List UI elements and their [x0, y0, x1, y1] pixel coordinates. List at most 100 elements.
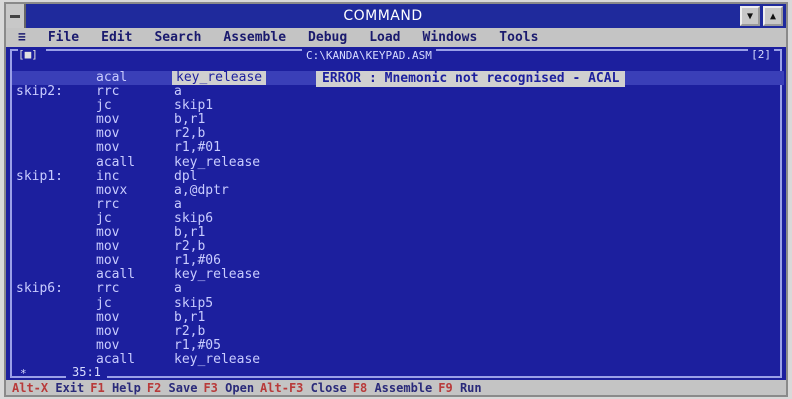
- system-menu-icon: [10, 14, 20, 18]
- editor-window-number: [2]: [748, 49, 774, 61]
- code-line[interactable]: mov r1,#01: [12, 141, 784, 155]
- code-op: movx: [96, 182, 128, 198]
- code-listing[interactable]: acal key_release skip2: rrc a jc skip1 mov b,r1 m…: [12, 71, 784, 367]
- code-arg: b,r1: [174, 309, 206, 325]
- code-line[interactable]: acall key_release: [12, 351, 784, 367]
- menu-debug[interactable]: Debug: [308, 30, 347, 45]
- code-op: acall: [96, 351, 136, 367]
- menu-file[interactable]: File: [48, 30, 79, 45]
- function-key-shortcut: F9: [438, 380, 453, 395]
- code-line[interactable]: movx a,@dptr: [12, 182, 784, 198]
- minimize-button[interactable]: ▼: [740, 6, 760, 26]
- menu-tools[interactable]: Tools: [499, 30, 538, 45]
- function-key-help[interactable]: F1 Help: [90, 381, 141, 395]
- code-arg: key_release: [172, 71, 267, 85]
- code-op: rrc: [96, 281, 120, 297]
- function-key-label: Assemble: [374, 380, 433, 395]
- function-key-label: Open: [225, 380, 255, 395]
- code-arg: skip6: [174, 210, 214, 226]
- code-op: mov: [96, 225, 120, 241]
- code-arg: r2,b: [174, 323, 206, 339]
- code-op: mov: [96, 309, 120, 325]
- function-key-label: Exit: [55, 380, 85, 395]
- menu-edit[interactable]: Edit: [101, 30, 132, 45]
- code-arg: r1,#01: [174, 140, 221, 156]
- function-key-run[interactable]: F9 Run: [438, 381, 481, 395]
- code-op: inc: [96, 168, 120, 184]
- function-key-shortcut: F3: [203, 380, 218, 395]
- function-key-shortcut: F8: [352, 380, 368, 395]
- code-line[interactable]: acall key_release: [12, 154, 784, 170]
- code-line[interactable]: mov r1,#06: [12, 254, 784, 268]
- code-op: acal: [96, 70, 128, 85]
- function-key-shortcut: F1: [90, 380, 105, 395]
- function-key-close[interactable]: Alt-F3 Close: [260, 381, 347, 395]
- code-op: mov: [96, 253, 120, 269]
- code-arg: r1,#06: [174, 253, 221, 269]
- code-line[interactable]: mov r2,b: [12, 127, 784, 141]
- editor-filename: C:\KANDA\KEYPAD.ASM: [302, 49, 436, 62]
- code-arg: skip1: [174, 98, 214, 114]
- code-line[interactable]: mov b,r1: [12, 226, 784, 240]
- code-line[interactable]: jc skip5: [12, 295, 784, 311]
- function-key-bar: Alt-X Exit F1 Help F2 Save F3 Open Alt-F3 Cl…: [6, 380, 786, 395]
- function-key-shortcut: F2: [146, 380, 162, 395]
- menu-assemble[interactable]: Assemble: [223, 30, 286, 45]
- editor-window: [■] C:\KANDA\KEYPAD.ASM [2] acal key_rele…: [10, 49, 784, 380]
- code-op: mov: [96, 337, 120, 353]
- function-key-save[interactable]: F2 Save: [147, 381, 198, 395]
- menu-system[interactable]: ≡: [18, 30, 26, 45]
- code-label: skip6:: [16, 281, 63, 297]
- code-line[interactable]: mov r1,#05: [12, 337, 784, 353]
- code-op: mov: [96, 126, 120, 142]
- function-key-open[interactable]: F3 Open: [203, 381, 254, 395]
- title-bar: COMMAND ▼ ▲: [6, 4, 786, 28]
- system-menu-button[interactable]: [6, 4, 26, 28]
- menu-load[interactable]: Load: [369, 30, 400, 45]
- code-op: mov: [96, 112, 120, 128]
- code-line[interactable]: skip6: rrc a: [12, 282, 784, 296]
- code-arg: key_release: [174, 351, 261, 367]
- code-arg: a: [174, 281, 182, 297]
- code-op: acall: [96, 154, 136, 170]
- code-line[interactable]: mov r2,b: [12, 240, 784, 254]
- code-op: jc: [96, 295, 112, 311]
- code-op: mov: [96, 140, 120, 156]
- maximize-button[interactable]: ▲: [763, 6, 783, 26]
- editor-frame-top: [■] C:\KANDA\KEYPAD.ASM [2]: [12, 49, 784, 63]
- code-line[interactable]: mov b,r1: [12, 113, 784, 127]
- code-arg: key_release: [174, 154, 261, 170]
- function-key-label: Save: [168, 380, 198, 395]
- function-key-exit[interactable]: Alt-X Exit: [12, 381, 84, 395]
- editor-close-button[interactable]: [■]: [18, 49, 46, 61]
- function-key-label: Run: [459, 380, 482, 395]
- code-line[interactable]: rrc a: [12, 196, 784, 212]
- code-arg: a: [174, 84, 182, 100]
- code-line[interactable]: jc skip6: [12, 210, 784, 226]
- error-message: ERROR : Mnemonic not recognised - ACAL: [316, 71, 626, 87]
- code-arg: key_release: [174, 267, 261, 283]
- code-line[interactable]: jc skip1: [12, 99, 784, 113]
- code-line[interactable]: skip2: rrc a: [12, 85, 784, 99]
- code-op: jc: [96, 98, 112, 114]
- code-line[interactable]: acall key_release: [12, 268, 784, 282]
- code-line[interactable]: mov r2,b: [12, 323, 784, 339]
- function-key-assemble[interactable]: F8 Assemble: [353, 381, 432, 395]
- code-line[interactable]: mov b,r1: [12, 309, 784, 325]
- code-line[interactable]: skip1: inc dpl: [12, 168, 784, 184]
- code-label: skip2:: [16, 84, 63, 100]
- code-arg: a: [174, 196, 182, 212]
- code-op: mov: [96, 323, 120, 339]
- function-key-shortcut: Alt-F3: [260, 380, 304, 395]
- menu-windows[interactable]: Windows: [423, 30, 478, 45]
- code-arg: b,r1: [174, 112, 206, 128]
- command-window: COMMAND ▼ ▲ ≡ File Edit Search Assemble …: [4, 2, 788, 397]
- code-arg: a,@dptr: [174, 182, 229, 198]
- editor-status-line: * 35:1: [12, 366, 784, 380]
- modified-icon: *: [20, 367, 27, 380]
- code-label: skip1:: [16, 168, 63, 184]
- window-title: COMMAND: [343, 8, 423, 24]
- code-arg: r2,b: [174, 126, 206, 142]
- menu-search[interactable]: Search: [154, 30, 201, 45]
- function-key-label: Help: [111, 380, 141, 395]
